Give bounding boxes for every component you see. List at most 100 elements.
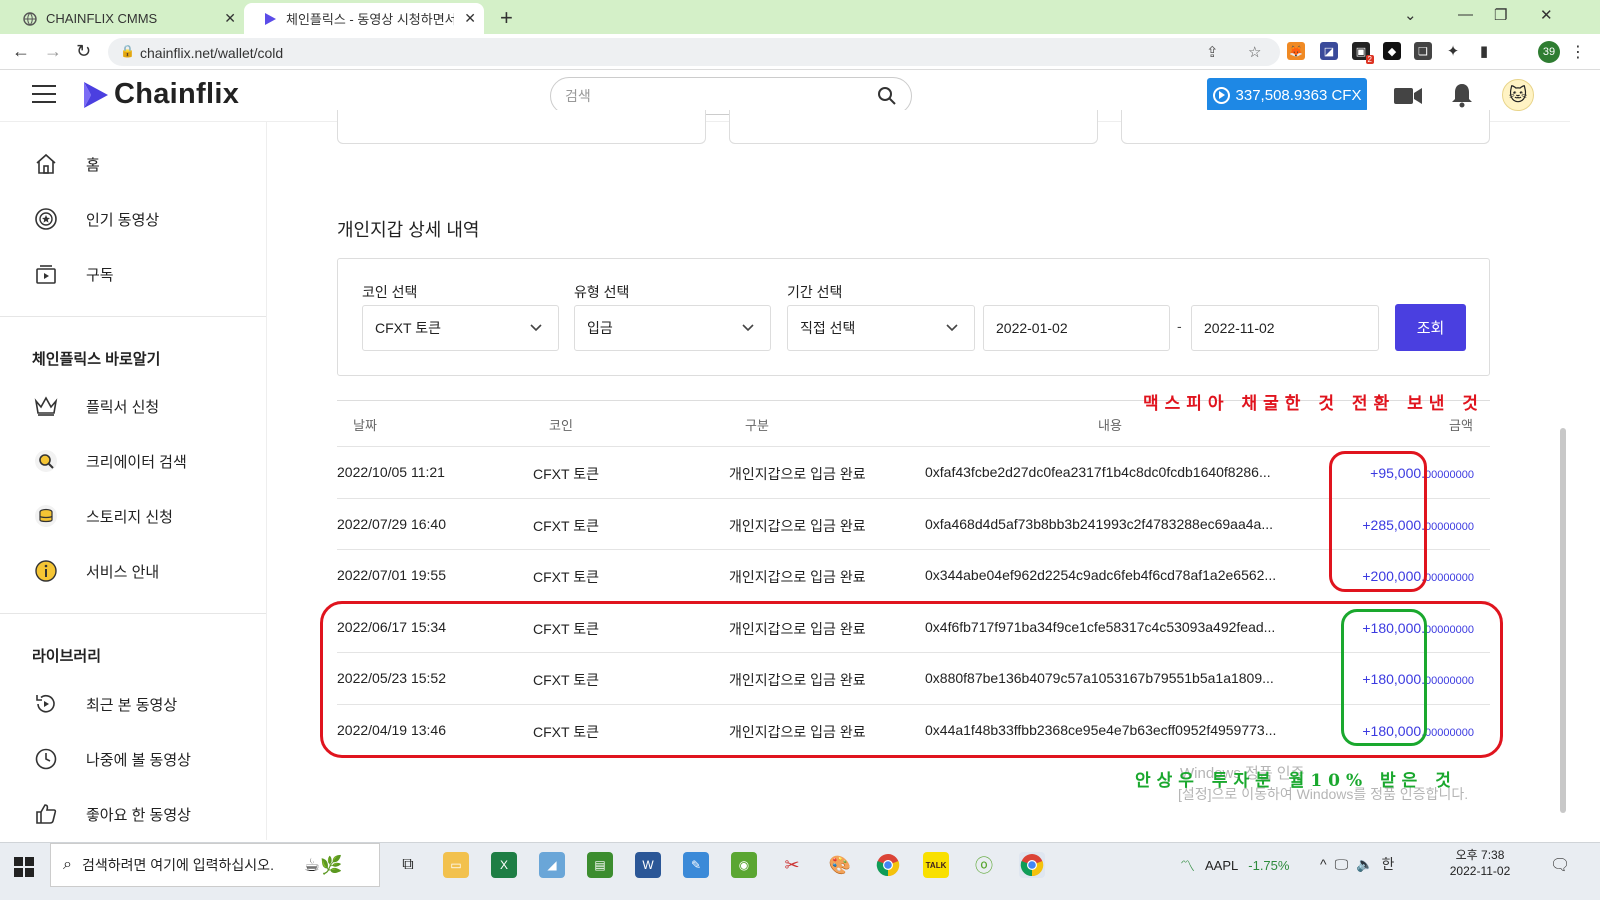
home-icon (32, 150, 60, 178)
type-filter-label: 유형 선택 (574, 284, 630, 300)
window-close-icon[interactable]: ✕ (1540, 6, 1553, 24)
star-icon[interactable]: ☆ (1248, 43, 1261, 61)
volume-icon[interactable]: 🔈 (1356, 856, 1381, 872)
sidebar-divider (0, 613, 266, 614)
sidebar-item-home[interactable]: 홈 (32, 149, 100, 179)
extension-icon[interactable]: ▣ 2 (1352, 42, 1374, 64)
row-tx-hash[interactable]: 0x344abe04ef962d2254c9adc6feb4f6cd78af1a… (925, 567, 1276, 583)
sidebar-item-service-info[interactable]: 서비스 안내 (32, 556, 159, 586)
search-icon: ⌕ (63, 856, 72, 873)
search-button[interactable]: 조회 (1395, 304, 1466, 351)
column-header-coin: 코인 (549, 418, 573, 433)
column-header-type: 구분 (745, 418, 769, 433)
reload-icon[interactable]: ↻ (76, 41, 91, 62)
sidebar-item-subscription[interactable]: 구독 (32, 259, 114, 289)
minimize-icon[interactable]: — (1458, 6, 1473, 23)
info-card[interactable] (1121, 110, 1490, 144)
sidebar-item-creator-search[interactable]: 크리에이터 검색 (32, 446, 187, 476)
word-icon[interactable]: W (635, 852, 661, 878)
stock-change: -1.75% (1248, 858, 1290, 873)
info-card[interactable] (337, 110, 706, 144)
video-camera-icon[interactable] (1394, 86, 1422, 106)
chevron-down-icon (530, 324, 542, 332)
new-tab-button[interactable]: + (500, 5, 513, 31)
menu-dots-icon[interactable]: ⋮ (1570, 42, 1586, 62)
type-select[interactable]: 입금 (574, 305, 771, 351)
logo-text[interactable]: Chainflix (114, 78, 239, 111)
side-panel-icon[interactable]: ▮ (1475, 42, 1493, 60)
app-icon[interactable]: ◢ (539, 852, 565, 878)
info-card[interactable] (729, 110, 1098, 144)
snipping-tool-icon[interactable]: ✂ (779, 852, 805, 878)
sidebar: 홈 인기 동영상 구독 체인플릭스 바로알기 플릭서 신청 크리에이터 검색 스… (0, 122, 267, 840)
profile-avatar[interactable]: 39 (1538, 41, 1560, 63)
windows-taskbar: ⌕ 검색하려면 여기에 입력하십시오. ☕🌿 ⧉ ▭ X ◢ ▤ W ✎ ◉ ✂… (0, 842, 1600, 900)
chevron-down-icon[interactable]: ⌄ (1404, 6, 1417, 24)
windows-start-icon[interactable] (14, 857, 34, 877)
page-scrollbar-track[interactable] (1570, 70, 1600, 840)
bell-icon[interactable] (1450, 82, 1474, 108)
chevron-up-icon[interactable]: ^ (1320, 856, 1335, 872)
row-tx-hash[interactable]: 0xfaf43fcbe2d27dc0fea2317f1b4c8dc0fcdb16… (925, 464, 1271, 480)
taskbar-search-box[interactable]: ⌕ 검색하려면 여기에 입력하십시오. ☕🌿 (50, 843, 380, 887)
excel-icon[interactable]: X (491, 852, 517, 878)
row-tx-hash[interactable]: 0xfa468d4d5af73b8bb3b241993c2f4783288ec6… (925, 516, 1273, 532)
thumbs-up-icon (32, 800, 60, 828)
chrome-icon[interactable] (875, 852, 901, 878)
browser-tab-chainflix[interactable]: 체인플릭스 - 동영상 시청하면서 ✕ (244, 3, 484, 34)
ime-indicator[interactable]: 한 (1382, 856, 1403, 872)
cfx-balance: 337,508.9363 CFX (1235, 86, 1362, 104)
forward-icon[interactable]: → (44, 41, 62, 62)
type-select-value: 입금 (587, 320, 613, 336)
paint-icon[interactable]: 🎨 (827, 852, 853, 878)
hamburger-menu-icon[interactable] (32, 85, 56, 105)
share-icon[interactable]: ⇪ (1206, 43, 1219, 61)
sidebar-item-flixer[interactable]: 플릭서 신청 (32, 391, 159, 421)
extension-icon[interactable]: ◆ (1383, 42, 1401, 60)
close-icon[interactable]: ✕ (224, 10, 236, 27)
sidebar-item-label: 나중에 볼 동영상 (86, 751, 191, 769)
address-bar[interactable]: 🔒 chainflix.net/wallet/cold ⇪ ☆ (108, 38, 1280, 66)
coin-select[interactable]: CFXT 토큰 (362, 305, 559, 351)
extension-icon[interactable]: ◪ (1320, 42, 1338, 60)
sidebar-item-liked[interactable]: 좋아요 한 동영상 (32, 799, 191, 829)
notification-icon[interactable]: 🗨 (1550, 855, 1570, 875)
sidebar-item-storage[interactable]: 스토리지 신청 (32, 501, 173, 531)
task-view-icon[interactable]: ⧉ (395, 852, 421, 878)
close-icon[interactable]: ✕ (464, 10, 476, 27)
user-avatar[interactable]: 🐱 (1502, 79, 1534, 111)
date-from-field[interactable]: 2022-01-02 (983, 305, 1170, 351)
search-input[interactable] (565, 86, 865, 106)
kakaotalk-icon[interactable]: TALK (923, 852, 949, 878)
chrome-icon[interactable] (1019, 852, 1045, 878)
date-to-field[interactable]: 2022-11-02 (1191, 305, 1379, 351)
app-icon[interactable]: ✎ (683, 852, 709, 878)
network-icon[interactable]: 🖵 (1335, 856, 1357, 872)
period-select[interactable]: 직접 선택 (787, 305, 975, 351)
row-type: 개인지갑으로 입금 완료 (729, 569, 866, 585)
sidebar-item-popular[interactable]: 인기 동영상 (32, 204, 159, 234)
sidebar-item-label: 스토리지 신청 (86, 508, 173, 526)
back-icon[interactable]: ← (12, 41, 30, 62)
sidebar-item-label: 서비스 안내 (86, 563, 160, 581)
extension-icon[interactable]: ❏ (1414, 42, 1432, 60)
app-icon[interactable]: ◉ (731, 852, 757, 878)
cfx-balance-button[interactable]: 337,508.9363 CFX (1207, 78, 1367, 112)
sidebar-item-label: 홈 (86, 156, 100, 174)
row-type: 개인지갑으로 입금 완료 (729, 518, 866, 534)
browser-tab-cmms[interactable]: CHAINFLIX CMMS ✕ (4, 3, 244, 34)
stock-chart-icon: 〽 (1180, 858, 1196, 875)
chevron-down-icon (946, 324, 958, 332)
metamask-extension-icon[interactable]: 🦊 (1287, 42, 1305, 60)
file-explorer-icon[interactable]: ▭ (443, 852, 469, 878)
app-icon[interactable]: ▤ (587, 852, 613, 878)
sidebar-item-watch-later[interactable]: 나중에 볼 동영상 (32, 744, 191, 774)
restore-icon[interactable]: ❐ (1494, 6, 1507, 24)
sidebar-item-history[interactable]: 최근 본 동영상 (32, 689, 177, 719)
stock-widget[interactable]: 〽 AAPL -1.75% (1180, 855, 1289, 876)
search-icon[interactable] (877, 86, 897, 106)
page-scrollbar-thumb[interactable] (1560, 428, 1566, 813)
puzzle-icon[interactable]: ✦ (1444, 42, 1462, 60)
app-icon[interactable]: ⓞ (971, 852, 997, 878)
taskbar-clock[interactable]: 오후 7:38 2022-11-02 (1440, 847, 1520, 879)
